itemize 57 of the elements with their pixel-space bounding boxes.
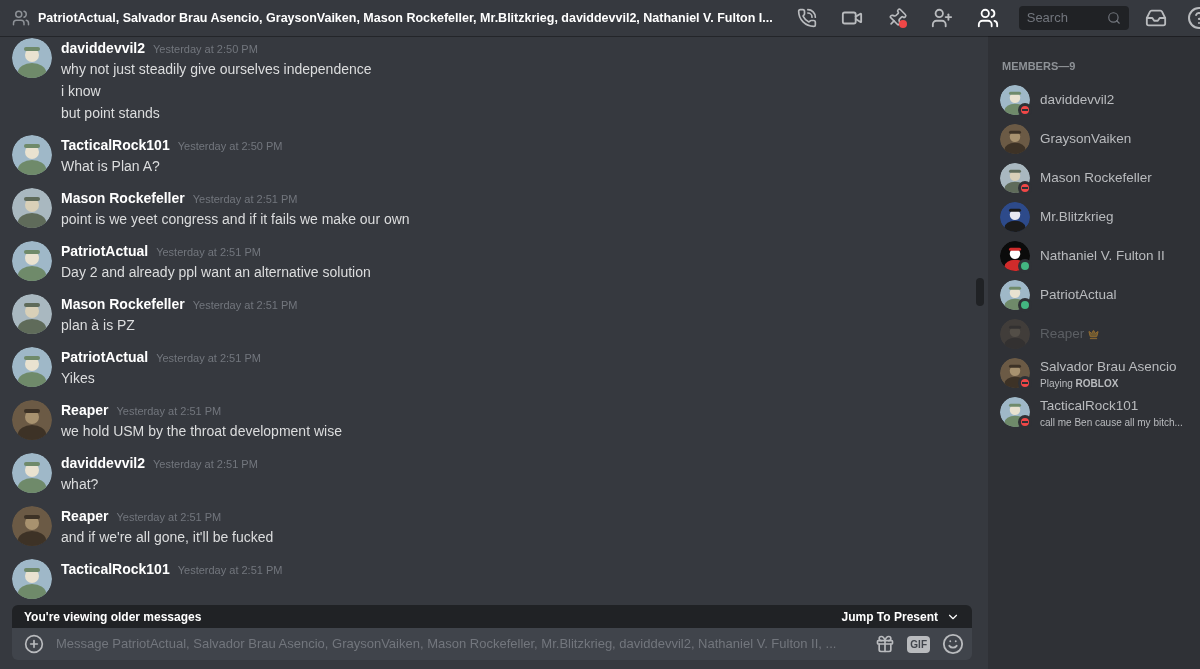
author-name[interactable]: Reaper <box>61 506 109 527</box>
search-input[interactable]: Search <box>1026 8 1107 28</box>
timestamp: Yesterday at 2:51 PM <box>177 563 283 578</box>
member-item[interactable]: GraysonVaiken <box>1000 119 1192 159</box>
member-name: Nathaniel V. Fulton II <box>1040 246 1165 265</box>
message-text: we hold USM by the throat development wise <box>61 422 342 441</box>
member-item[interactable]: Nathaniel V. Fulton II <box>1000 236 1192 276</box>
author-name[interactable]: daviddevvil2 <box>61 453 146 474</box>
member-item[interactable]: TacticalRock101 call me Ben cause all my bitch... <box>1000 392 1192 432</box>
author-name[interactable]: PatriotActual <box>61 347 149 368</box>
timestamp: Yesterday at 2:51 PM <box>153 457 258 472</box>
author-name[interactable]: TacticalRock101 <box>61 135 170 156</box>
timestamp: Yesterday at 2:50 PM <box>153 42 258 57</box>
gif-button[interactable]: GIF <box>907 635 930 653</box>
member-activity: call me Ben cause all my bitch... <box>1040 416 1183 428</box>
message-text: Yikes <box>61 369 96 388</box>
member-name: GraysonVaiken <box>1040 129 1132 148</box>
message-text: and if we're all gone, it'll be fucked <box>61 528 274 547</box>
timestamp: Yesterday at 2:51 PM <box>116 510 222 525</box>
members-heading: MEMBERS—9 <box>1002 59 1077 74</box>
message-text: point is we yeet congress and if it fails we make our own <box>61 210 410 229</box>
message-text: Day 2 and already ppl want an alternative solution <box>61 263 371 282</box>
timestamp: Yesterday at 2:50 PM <box>177 139 283 154</box>
author-name[interactable]: daviddevvil2 <box>61 38 146 59</box>
member-name: TacticalRock101 <box>1040 397 1139 416</box>
author-name[interactable]: PatriotActual <box>61 241 149 262</box>
member-item[interactable]: Salvador Brau Asencio Playing ROBLOX <box>1000 353 1192 393</box>
timestamp: Yesterday at 2:51 PM <box>156 351 261 366</box>
author-name[interactable]: Reaper <box>61 400 109 421</box>
member-name: Salvador Brau Asencio <box>1040 358 1177 377</box>
member-name: daviddevvil2 <box>1040 90 1115 109</box>
older-messages-bar[interactable]: You're viewing older messages Jump To Present <box>12 605 972 628</box>
timestamp: Yesterday at 2:51 PM <box>116 404 222 419</box>
message-text: plan à is PZ <box>61 316 136 335</box>
message-text: but point stands <box>61 104 161 123</box>
timestamp: Yesterday at 2:51 PM <box>156 245 261 260</box>
member-item[interactable]: PatriotActual <box>1000 275 1192 315</box>
message-text: i know <box>61 82 102 101</box>
member-item[interactable]: Mason Rockefeller <box>1000 158 1192 198</box>
message-text: why not just steadily give ourselves independence <box>61 60 372 79</box>
member-name: Mason Rockefeller <box>1040 168 1152 187</box>
author-name[interactable]: Mason Rockefeller <box>61 188 185 209</box>
message-text: What is Plan A? <box>61 157 161 176</box>
author-name[interactable]: Mason Rockefeller <box>61 294 185 315</box>
timestamp: Yesterday at 2:51 PM <box>192 192 298 207</box>
jump-to-present-link[interactable]: Jump To Present <box>841 607 960 626</box>
member-name: PatriotActual <box>1040 285 1117 304</box>
member-activity: Playing ROBLOX <box>1040 377 1120 389</box>
search-field[interactable]: Search <box>1018 6 1129 30</box>
timestamp: Yesterday at 2:51 PM <box>192 298 298 313</box>
channel-title: PatriotActual, Salvador Brau Asencio, GraysonVaiken, Mason Rockefeller, Mr.Blitzkrieg, daviddevvil2, Nathaniel V. Fulton I... <box>38 9 773 27</box>
member-item[interactable]: Mr.Blitzkrieg <box>1000 197 1192 237</box>
older-messages-notice: You're viewing older messages <box>24 608 202 626</box>
member-name: Mr.Blitzkrieg <box>1040 207 1114 226</box>
message-text: what? <box>61 475 100 494</box>
member-item[interactable]: daviddevvil2 <box>1000 80 1192 120</box>
author-name[interactable]: TacticalRock101 <box>61 559 170 580</box>
